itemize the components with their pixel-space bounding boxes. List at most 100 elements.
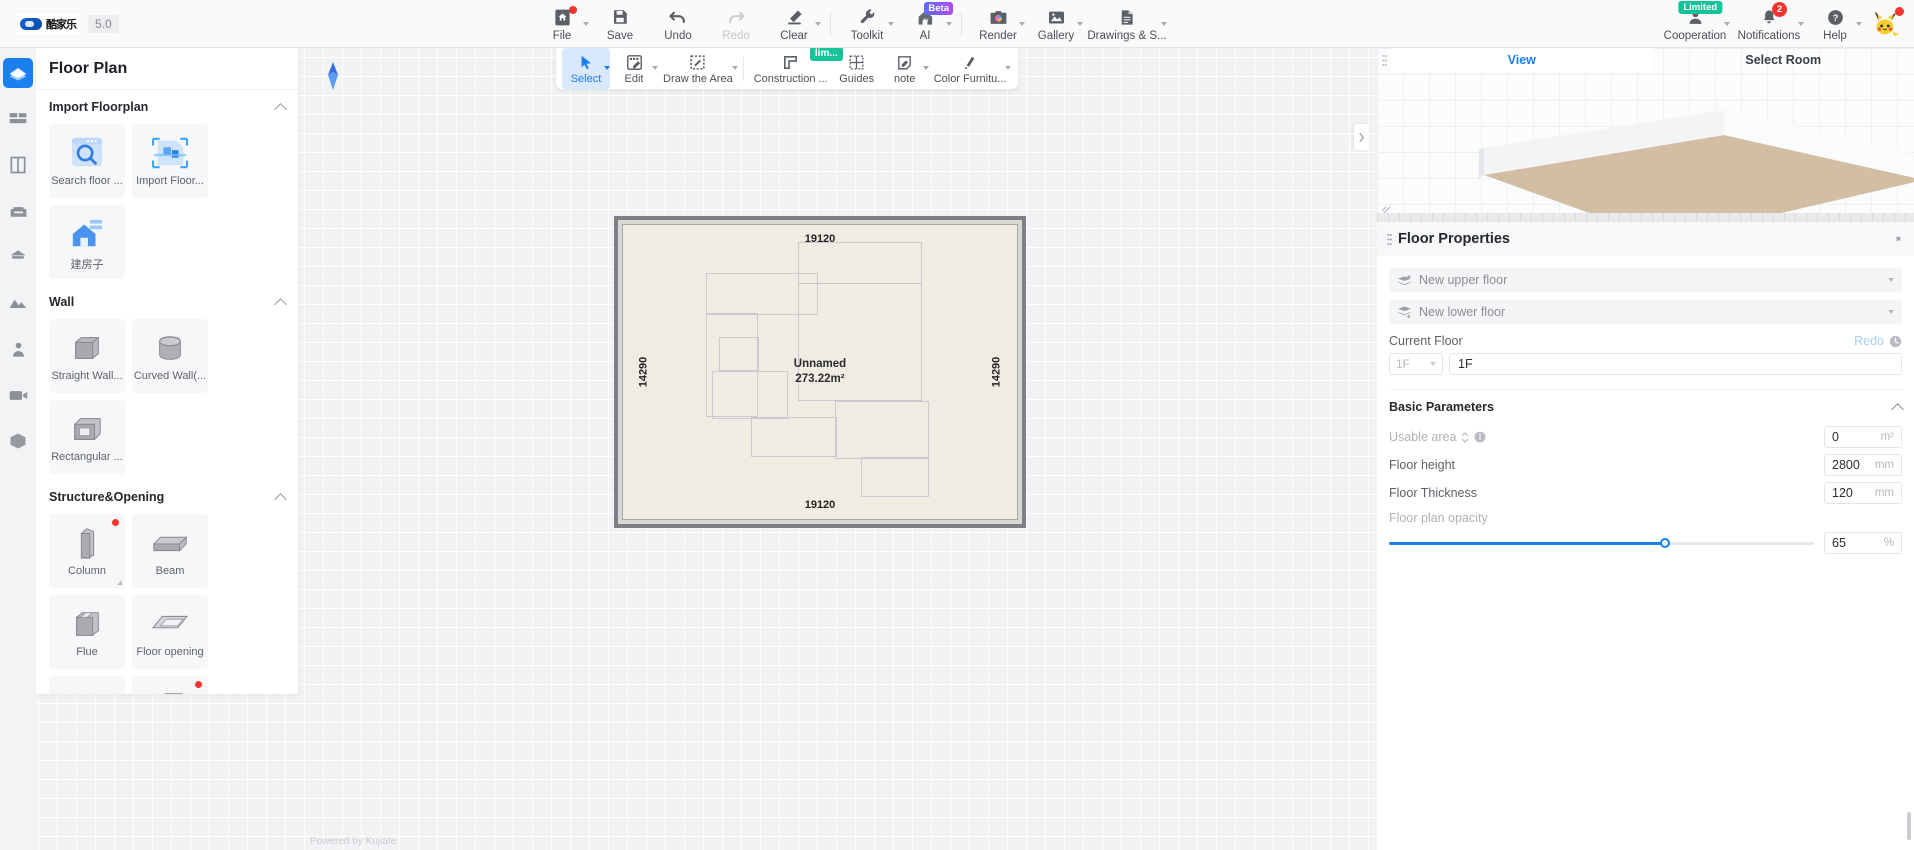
- new-lower-floor-select[interactable]: New lower floor: [1389, 300, 1902, 324]
- ai-beta-badge: Beta: [924, 2, 953, 15]
- chevron-up-icon[interactable]: [274, 297, 287, 311]
- sidebar-item-landscape[interactable]: [3, 288, 33, 318]
- chevron-up-icon[interactable]: [274, 492, 287, 506]
- toolbar-toolkit-button[interactable]: Toolkit: [838, 0, 896, 48]
- sidebar-item-person[interactable]: [3, 334, 33, 364]
- notifications-chevron-down-icon[interactable]: [1798, 22, 1804, 26]
- section-header-wall[interactable]: Wall: [36, 285, 298, 319]
- sidebar-item-door-window[interactable]: [3, 150, 33, 180]
- clear-chevron-down-icon[interactable]: [815, 22, 821, 26]
- right-panel-collapse-toggle[interactable]: [1354, 124, 1368, 150]
- tile-rectangular-wall[interactable]: Rectangular ...: [49, 400, 125, 474]
- tile-floor-opening[interactable]: Floor opening: [132, 595, 208, 669]
- section-header-structure-opening[interactable]: Structure&Opening: [36, 480, 298, 514]
- toolbar-cooperation-button[interactable]: Limited Cooperation: [1658, 0, 1732, 48]
- usable-area-input[interactable]: 0 m²: [1824, 426, 1902, 448]
- subtool-note[interactable]: note: [881, 48, 929, 89]
- basic-parameters-header[interactable]: Basic Parameters: [1389, 390, 1904, 424]
- expand-corner-icon[interactable]: [117, 580, 122, 585]
- floor-plan-drawing[interactable]: 19120 19120 14290 14290 Unnamed 273.22m²: [614, 216, 1026, 528]
- drag-handle-icon[interactable]: [1377, 48, 1391, 72]
- draw-area-chevron-down-icon[interactable]: [731, 66, 738, 70]
- subtool-select[interactable]: Select: [562, 48, 610, 89]
- drawings-chevron-down-icon[interactable]: [1161, 22, 1167, 26]
- toolbar-drawings-button[interactable]: Drawings & S...: [1085, 0, 1169, 48]
- toolbar-undo-button[interactable]: Undo: [649, 0, 707, 48]
- tile-curved-wall[interactable]: Curved Wall(...: [132, 319, 208, 393]
- chevron-up-icon[interactable]: [274, 102, 287, 116]
- tile-search-floorplan[interactable]: Search floor ...: [49, 124, 125, 198]
- sidebar-item-floorplan[interactable]: [3, 58, 33, 88]
- floor-redo-group[interactable]: Redo: [1854, 334, 1902, 348]
- 3d-viewport[interactable]: View Select Room: [1377, 48, 1914, 222]
- toolbar-ai-button[interactable]: Beta N AI: [896, 0, 954, 48]
- floor-name-input[interactable]: 1F: [1449, 353, 1902, 375]
- subtool-edit[interactable]: Edit: [610, 48, 658, 89]
- tile-beam[interactable]: Beam: [132, 514, 208, 588]
- file-chevron-down-icon[interactable]: [583, 22, 589, 26]
- subtool-color-furniture[interactable]: Color Furnitu...: [929, 48, 1012, 89]
- subtool-draw-area[interactable]: Draw the Area: [658, 48, 738, 89]
- sort-toggle-icon[interactable]: [1461, 431, 1469, 443]
- toolbar-save-button[interactable]: Save: [591, 0, 649, 48]
- tile-build-house[interactable]: 建房子: [49, 205, 125, 279]
- tile-external-area[interactable]: External area: [49, 676, 125, 694]
- toolbar-render-button[interactable]: Render: [969, 0, 1027, 48]
- toolbar-gallery-button[interactable]: Gallery: [1027, 0, 1085, 48]
- save-disk-icon: [611, 7, 629, 28]
- sidebar-item-furniture[interactable]: [3, 196, 33, 226]
- floor-level-select[interactable]: 1F: [1389, 353, 1443, 375]
- tab-select-room[interactable]: Select Room: [1653, 48, 1914, 72]
- sidebar-item-wall[interactable]: [3, 104, 33, 134]
- external-area-icon: [67, 685, 107, 694]
- room-label[interactable]: Unnamed 273.22m²: [794, 357, 846, 387]
- properties-scrollbar[interactable]: [1907, 812, 1911, 840]
- expand-panel-icon[interactable]: [1892, 233, 1904, 245]
- toolbar-notifications-button[interactable]: 2 Notifications: [1732, 0, 1806, 48]
- chevron-down-icon[interactable]: [1430, 362, 1436, 366]
- toolbar-redo-button[interactable]: Redo: [707, 0, 765, 48]
- left-icon-rail: [0, 48, 36, 850]
- sidebar-item-ceiling[interactable]: [3, 242, 33, 272]
- chevron-up-icon[interactable]: [1891, 402, 1904, 416]
- help-chevron-down-icon[interactable]: [1856, 22, 1862, 26]
- tile-label: Beam: [155, 565, 185, 577]
- tile-partition-wall[interactable]: Partition wall: [132, 676, 208, 694]
- sidebar-item-camera-view[interactable]: [3, 380, 33, 410]
- toolbar-help-button[interactable]: ? Help: [1806, 0, 1864, 48]
- sidebar-item-material[interactable]: [3, 426, 33, 456]
- info-circle-icon[interactable]: [1474, 431, 1486, 443]
- tile-flue[interactable]: Flue: [49, 595, 125, 669]
- toolkit-chevron-down-icon[interactable]: [888, 22, 894, 26]
- gallery-chevron-down-icon[interactable]: [1077, 22, 1083, 26]
- north-marker-icon[interactable]: [326, 62, 340, 90]
- chevron-down-icon[interactable]: [1888, 278, 1894, 282]
- subtool-construction[interactable]: lim... Construction ...: [749, 47, 843, 89]
- cooperation-chevron-down-icon[interactable]: [1724, 22, 1730, 26]
- opacity-slider[interactable]: [1389, 538, 1814, 548]
- new-upper-floor-select[interactable]: New upper floor: [1389, 268, 1902, 292]
- avatar[interactable]: [1864, 0, 1906, 48]
- floor-thickness-input[interactable]: 120 mm: [1824, 482, 1902, 504]
- tile-import-floorplan[interactable]: Import Floor...: [132, 124, 208, 198]
- ai-chevron-down-icon[interactable]: [946, 22, 952, 26]
- render-chevron-down-icon[interactable]: [1019, 22, 1025, 26]
- tile-column[interactable]: Column: [49, 514, 125, 588]
- brand[interactable]: 酷家乐 5.0: [16, 13, 119, 34]
- color-furniture-chevron-down-icon[interactable]: [1005, 66, 1012, 70]
- wrench-icon: [858, 7, 877, 28]
- tile-straight-wall[interactable]: Straight Wall...: [49, 319, 125, 393]
- opacity-input[interactable]: 65 %: [1824, 532, 1902, 554]
- opacity-slider-knob[interactable]: [1660, 538, 1671, 548]
- floor-height-input[interactable]: 2800 mm: [1824, 454, 1902, 476]
- toolbar-clear-button[interactable]: Clear: [765, 0, 823, 48]
- history-clock-icon[interactable]: [1889, 335, 1902, 348]
- chevron-down-icon[interactable]: [1888, 310, 1894, 314]
- note-chevron-down-icon[interactable]: [922, 66, 929, 70]
- tab-view[interactable]: View: [1391, 48, 1653, 72]
- subtool-guides[interactable]: Guides: [833, 48, 881, 89]
- dimension-top: 19120: [804, 233, 836, 245]
- drag-handle-icon[interactable]: [1387, 233, 1392, 246]
- toolbar-file-button[interactable]: File: [533, 0, 591, 48]
- section-header-import-floorplan[interactable]: Import Floorplan: [36, 90, 298, 124]
